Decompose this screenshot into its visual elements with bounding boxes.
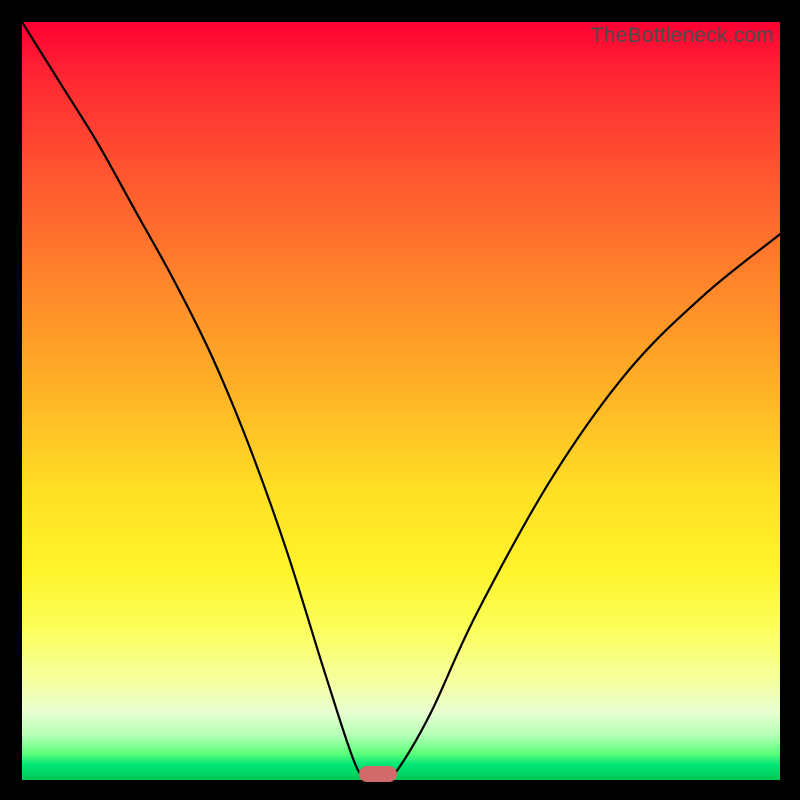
curve-path xyxy=(22,22,780,780)
plot-area: TheBottleneck.com xyxy=(22,22,780,780)
chart-frame: TheBottleneck.com xyxy=(0,0,800,800)
bottleneck-curve xyxy=(22,22,780,780)
optimum-marker xyxy=(359,766,397,782)
watermark-text: TheBottleneck.com xyxy=(591,24,774,48)
